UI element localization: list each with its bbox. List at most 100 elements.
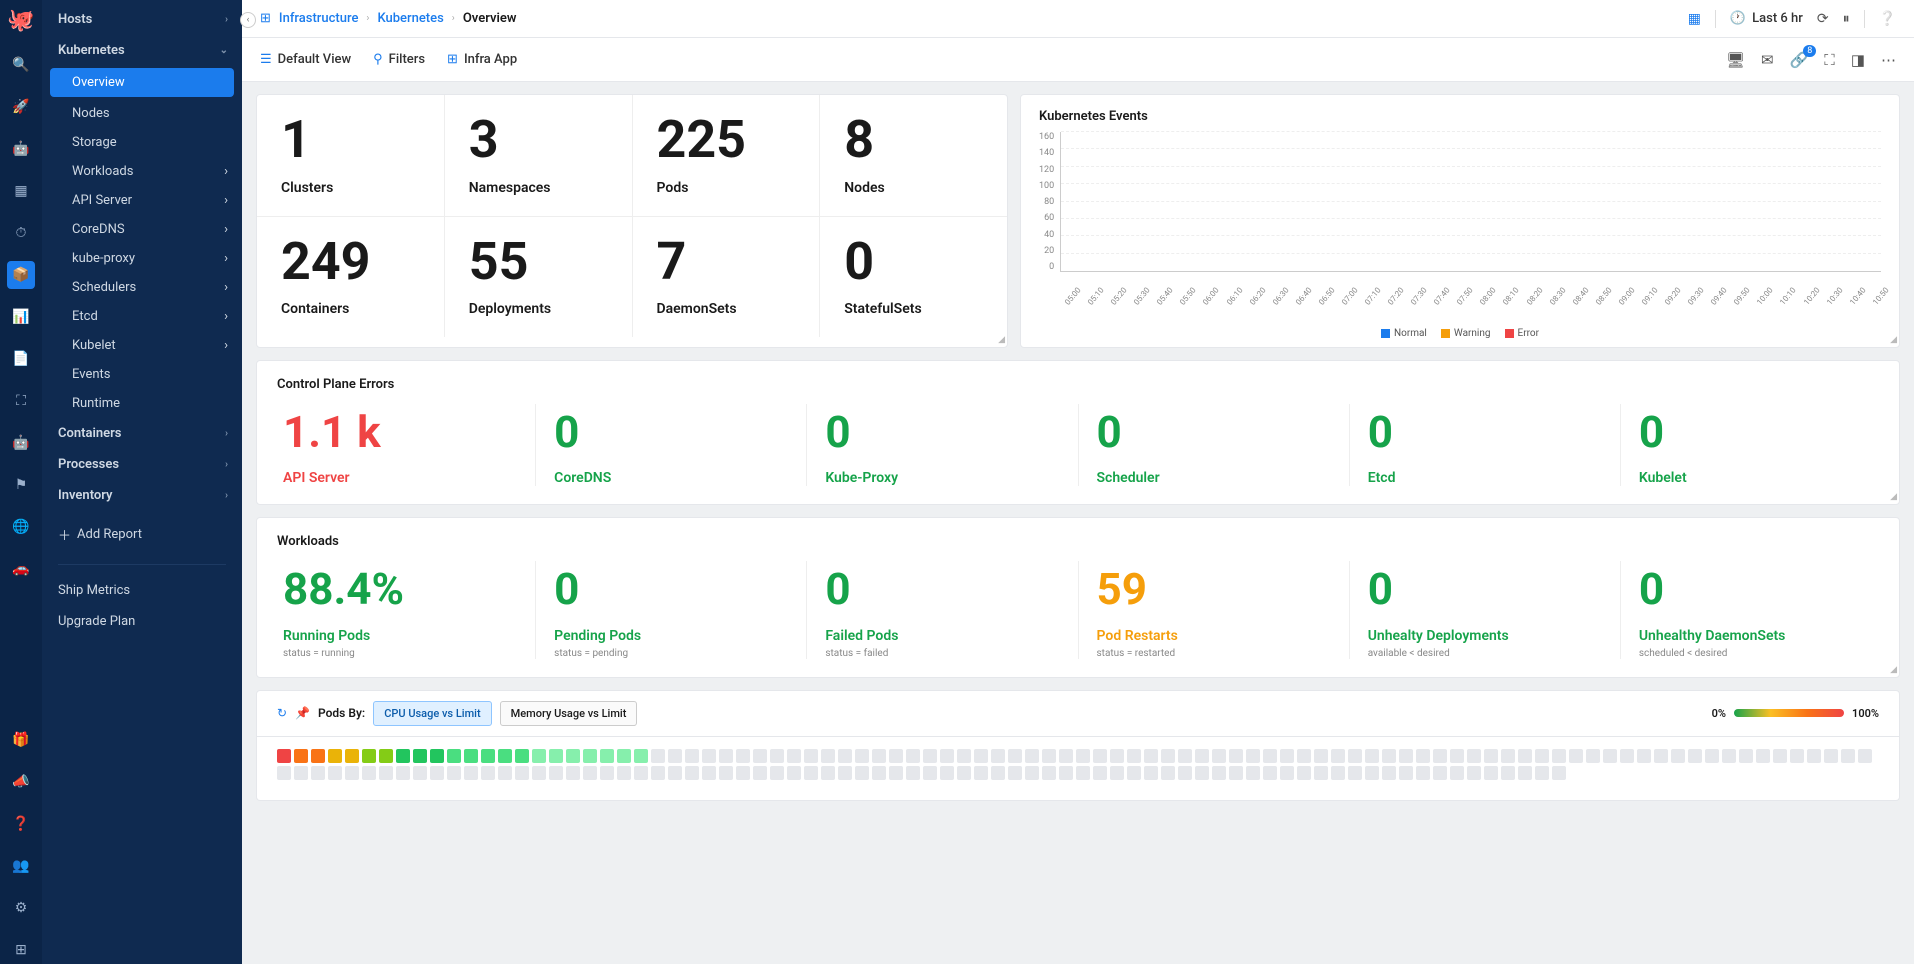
pod-cell[interactable] (1722, 749, 1736, 763)
sidebar-containers[interactable]: Containers› (42, 418, 242, 449)
pod-cell[interactable] (481, 749, 495, 763)
pod-cell[interactable] (1603, 749, 1617, 763)
stat-containers[interactable]: 249Containers (257, 217, 445, 338)
pod-cell[interactable] (957, 766, 971, 780)
pod-cell[interactable] (277, 749, 291, 763)
pod-cell[interactable] (1433, 749, 1447, 763)
pod-cell[interactable] (1042, 766, 1056, 780)
pod-cell[interactable] (1059, 766, 1073, 780)
refresh-icon[interactable]: ⟳ (1817, 11, 1829, 27)
fullscreen-icon[interactable]: ⛶ (1824, 51, 1835, 69)
pod-cell[interactable] (1212, 749, 1226, 763)
pod-cell[interactable] (1739, 749, 1753, 763)
pod-cell[interactable] (1127, 749, 1141, 763)
sidebar-sub-overview[interactable]: Overview (50, 68, 234, 97)
sidebar-sub-runtime[interactable]: Runtime (42, 389, 242, 418)
pod-cell[interactable] (498, 749, 512, 763)
clock-icon[interactable]: ⏱ (7, 219, 35, 247)
sidebar-sub-workloads[interactable]: Workloads› (42, 157, 242, 186)
pod-cell[interactable] (1076, 766, 1090, 780)
ship-metrics-link[interactable]: Ship Metrics (42, 575, 242, 606)
scan-icon[interactable]: ⛶ (7, 387, 35, 415)
pod-cell[interactable] (396, 766, 410, 780)
pod-cell[interactable] (549, 749, 563, 763)
pod-cell[interactable] (1212, 766, 1226, 780)
pod-cell[interactable] (515, 749, 529, 763)
metric-running-pods[interactable]: 88.4%Running Podsstatus = running (265, 561, 536, 658)
pod-cell[interactable] (889, 766, 903, 780)
pod-cell[interactable] (1059, 749, 1073, 763)
upgrade-plan-link[interactable]: Upgrade Plan (42, 606, 242, 637)
pod-cell[interactable] (1025, 749, 1039, 763)
sidebar-sub-events[interactable]: Events (42, 360, 242, 389)
pod-cell[interactable] (1807, 749, 1821, 763)
pod-cell[interactable] (1178, 749, 1192, 763)
pod-cell[interactable] (1280, 766, 1294, 780)
pod-cell[interactable] (1484, 766, 1498, 780)
pod-cell[interactable] (1688, 749, 1702, 763)
resize-handle-icon[interactable]: ◢ (1890, 665, 1897, 675)
sidebar-sub-kubeproxy[interactable]: kube-proxy› (42, 244, 242, 273)
pod-cell[interactable] (1093, 749, 1107, 763)
breadcrumb-kubernetes[interactable]: Kubernetes (377, 11, 443, 26)
chart-bars-area[interactable] (1060, 132, 1881, 272)
cube-icon[interactable]: 📦 (7, 261, 35, 289)
pod-cell[interactable] (1144, 749, 1158, 763)
pod-cell[interactable] (719, 749, 733, 763)
sidebar-sub-coredns[interactable]: CoreDNS› (42, 215, 242, 244)
pod-cell[interactable] (1535, 749, 1549, 763)
metric-pending-pods[interactable]: 0Pending Podsstatus = pending (536, 561, 807, 658)
pod-cell[interactable] (328, 766, 342, 780)
car-icon[interactable]: 🚗 (7, 555, 35, 583)
stat-nodes[interactable]: 8Nodes (820, 95, 1007, 216)
pod-cell[interactable] (804, 766, 818, 780)
pod-cell[interactable] (532, 749, 546, 763)
doc-icon[interactable]: 📄 (7, 345, 35, 373)
panel-icon[interactable]: ◨ (1851, 51, 1865, 69)
pod-cell[interactable] (515, 766, 529, 780)
pause-icon[interactable]: ⏸ (1843, 11, 1850, 27)
pod-cell[interactable] (396, 749, 410, 763)
dashboard-grid-icon[interactable]: ▦ (1688, 11, 1701, 27)
pod-cell[interactable] (821, 766, 835, 780)
sidebar-sub-apiserver[interactable]: API Server› (42, 186, 242, 215)
pod-cell[interactable] (532, 766, 546, 780)
pod-cell[interactable] (974, 766, 988, 780)
pod-cell[interactable] (1858, 749, 1872, 763)
pod-cell[interactable] (277, 766, 291, 780)
help-icon[interactable]: ❓ (7, 810, 35, 838)
pod-cell[interactable] (804, 749, 818, 763)
pod-cell[interactable] (600, 749, 614, 763)
pod-cell[interactable] (1025, 766, 1039, 780)
pod-cell[interactable] (872, 766, 886, 780)
pod-cell[interactable] (787, 766, 801, 780)
pod-cell[interactable] (889, 749, 903, 763)
pod-cell[interactable] (447, 766, 461, 780)
search-icon[interactable]: 🔍 (7, 51, 35, 79)
breadcrumb-infrastructure[interactable]: Infrastructure (279, 11, 359, 26)
pod-cell[interactable] (1314, 749, 1328, 763)
pod-cell[interactable] (345, 749, 359, 763)
metric-kube-proxy[interactable]: 0Kube-Proxy (807, 404, 1078, 486)
sidebar-sub-nodes[interactable]: Nodes (42, 99, 242, 128)
pod-cell[interactable] (1195, 766, 1209, 780)
pod-cell[interactable] (464, 766, 478, 780)
sidebar-processes[interactable]: Processes› (42, 449, 242, 480)
pod-cell[interactable] (617, 766, 631, 780)
pod-cell[interactable] (1450, 749, 1464, 763)
pod-cell[interactable] (1382, 749, 1396, 763)
refresh-small-icon[interactable]: ↻ (277, 706, 287, 720)
pod-cell[interactable] (651, 749, 665, 763)
pod-cell[interactable] (294, 766, 308, 780)
seg-cpu-usage[interactable]: CPU Usage vs Limit (373, 701, 491, 726)
pod-cell[interactable] (1280, 749, 1294, 763)
pod-cell[interactable] (1654, 749, 1668, 763)
pod-cell[interactable] (1144, 766, 1158, 780)
pod-cell[interactable] (668, 766, 682, 780)
pod-cell[interactable] (736, 766, 750, 780)
android-icon[interactable]: 🤖 (7, 429, 35, 457)
pod-cell[interactable] (770, 766, 784, 780)
rocket-icon[interactable]: 🚀 (7, 93, 35, 121)
pod-cell[interactable] (430, 749, 444, 763)
pod-cell[interactable] (753, 766, 767, 780)
